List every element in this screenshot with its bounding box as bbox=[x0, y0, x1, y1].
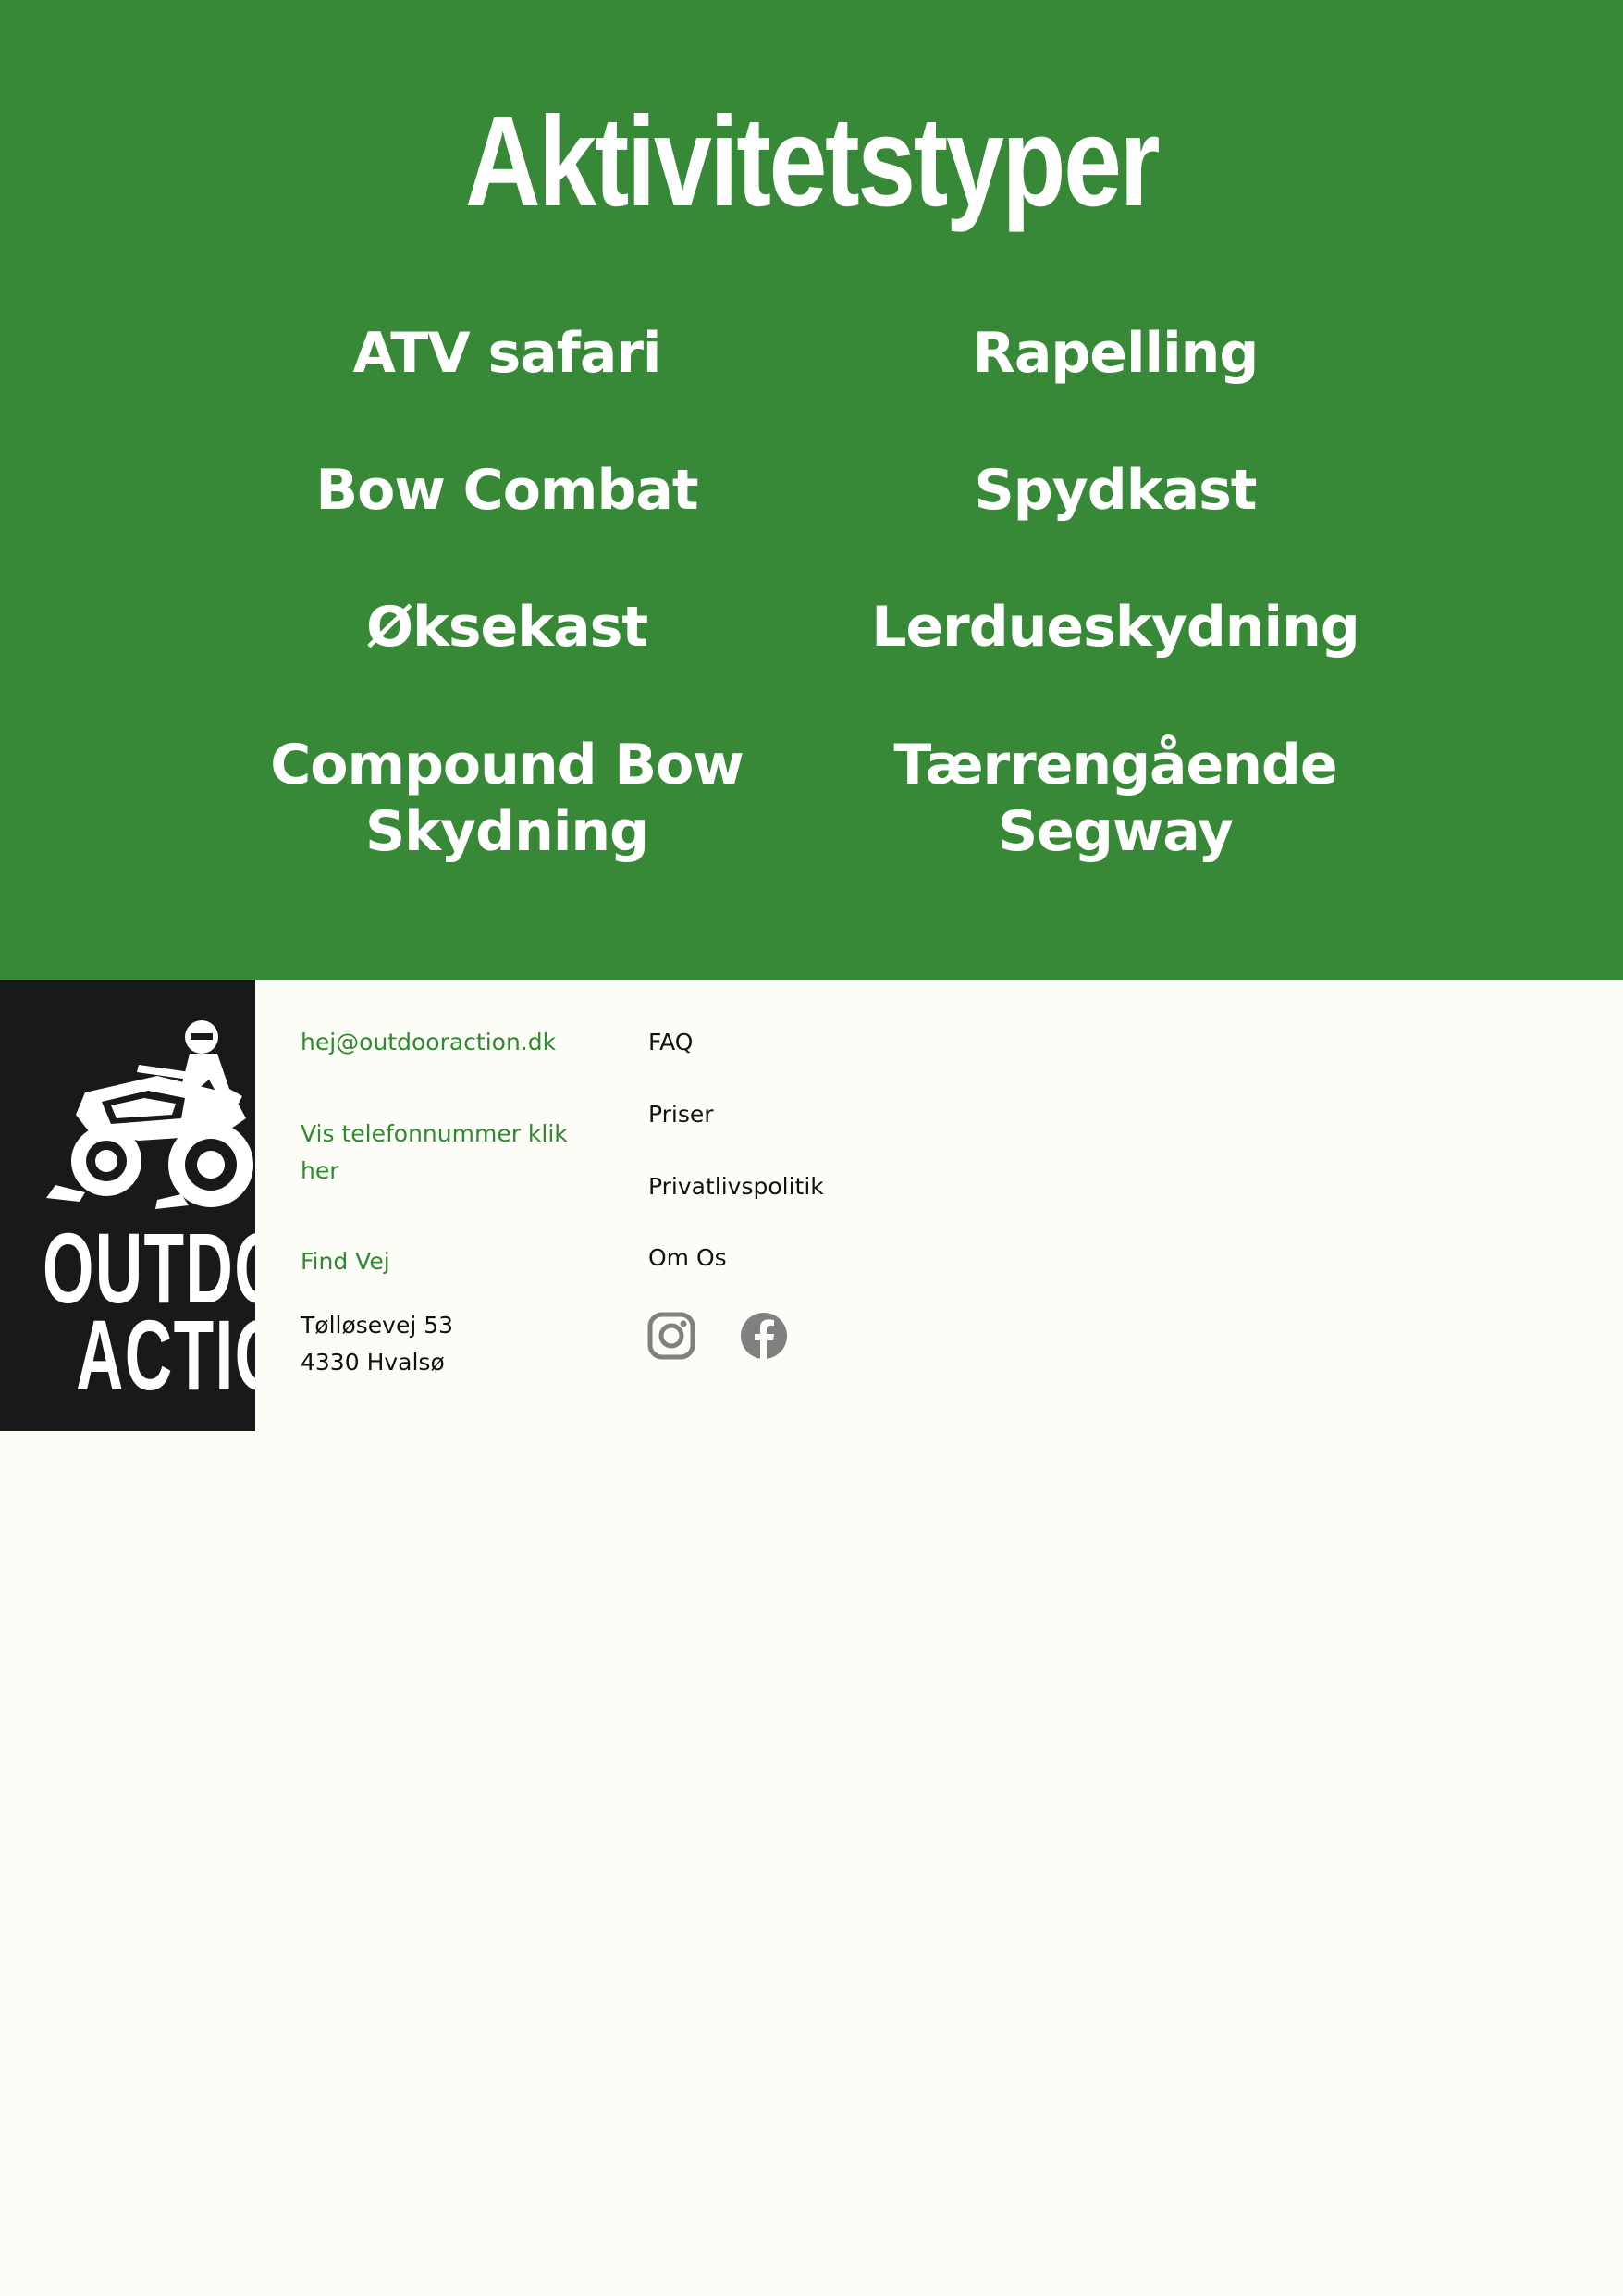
section-title: Aktivitetstyper bbox=[464, 91, 1161, 233]
nav-link-privatlivspolitik[interactable]: Privatlivspolitik bbox=[648, 1168, 824, 1205]
find-directions-link[interactable]: Find Vej bbox=[301, 1243, 390, 1280]
phone-link[interactable]: Vis telefonnummer klik her bbox=[301, 1116, 578, 1190]
facebook-icon[interactable] bbox=[739, 1311, 789, 1361]
activity-bow-combat: Bow Combat bbox=[315, 458, 698, 523]
activity-atv-safari: ATV safari bbox=[352, 321, 662, 386]
activity-types-section: Aktivitetstyper ATV safari Rapelling Bow… bbox=[0, 0, 1623, 980]
nav-link-priser[interactable]: Priser bbox=[648, 1096, 714, 1133]
address-city: 4330 Hvalsø bbox=[301, 1349, 445, 1376]
nav-link-om-os[interactable]: Om Os bbox=[648, 1240, 727, 1277]
email-link[interactable]: hej@outdooraction.dk bbox=[301, 1024, 556, 1061]
atv-rider-icon bbox=[46, 1020, 253, 1209]
activity-compound-bow-skydning: Compound Bow Skydning bbox=[270, 733, 744, 864]
instagram-icon[interactable] bbox=[646, 1311, 696, 1361]
activity-rapelling: Rapelling bbox=[972, 321, 1260, 386]
activity-lerdueskydning: Lerdueskydning bbox=[871, 595, 1360, 660]
activity-oksekast: Øksekast bbox=[365, 595, 648, 660]
outdoor-action-logo[interactable]: OUTDOOR ACTION bbox=[0, 980, 255, 1431]
nav-link-faq[interactable]: FAQ bbox=[648, 1024, 693, 1061]
address-street: Tølløsevej 53 bbox=[301, 1312, 454, 1339]
logo-text-action: ACTION bbox=[76, 1299, 255, 1411]
activity-spydkast: Spydkast bbox=[974, 458, 1257, 523]
site-footer: OUTDOOR ACTION hej@outdooraction.dk Vis … bbox=[0, 980, 1623, 1431]
activity-terraengaende-segway: Tærrengående Segway bbox=[893, 733, 1337, 864]
